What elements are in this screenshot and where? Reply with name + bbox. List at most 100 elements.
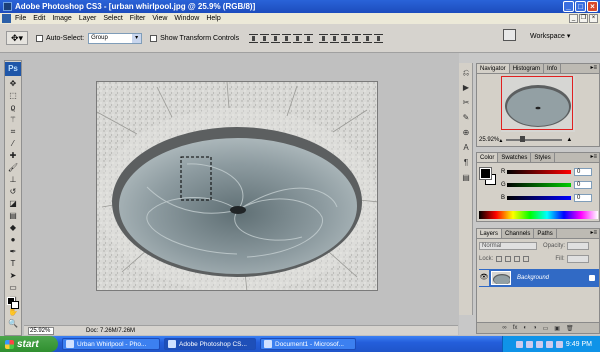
volume-icon[interactable]	[545, 340, 553, 348]
lasso-tool-icon[interactable]: ϱ	[6, 102, 20, 113]
magic-wand-tool-icon[interactable]: ⚚	[6, 114, 20, 125]
brushes-icon[interactable]: ✎	[461, 113, 471, 123]
tab-color[interactable]: Color	[477, 153, 499, 162]
navigator-thumbnail[interactable]	[501, 76, 575, 132]
distribute-right-icon[interactable]	[374, 33, 384, 43]
distribute-left-icon[interactable]	[352, 33, 362, 43]
dodge-tool-icon[interactable]: ●	[6, 234, 20, 245]
taskbar-item-photoshop[interactable]: Adobe Photoshop CS...	[164, 338, 256, 350]
doc-minimize-button[interactable]: _	[569, 14, 578, 23]
type-tool-icon[interactable]: T	[6, 258, 20, 269]
blue-slider[interactable]	[507, 195, 571, 200]
bridge-icon[interactable]	[503, 29, 516, 41]
panel-menu-icon[interactable]: ▸≡	[590, 153, 599, 162]
eraser-tool-icon[interactable]: ◪	[6, 198, 20, 209]
menu-help[interactable]: Help	[206, 15, 220, 22]
taskbar-item-word[interactable]: Document1 - Microsof...	[260, 338, 356, 350]
distribute-hcenter-icon[interactable]	[363, 33, 373, 43]
minimize-button[interactable]: _	[563, 1, 574, 12]
menu-filter[interactable]: Filter	[130, 15, 146, 22]
tab-paths[interactable]: Paths	[534, 229, 557, 238]
align-top-icon[interactable]	[249, 33, 259, 43]
tab-info[interactable]: Info	[544, 64, 562, 73]
eyedropper-tool-icon[interactable]: ⁄	[6, 138, 20, 149]
tool-presets-icon[interactable]: ✂	[461, 98, 471, 108]
blend-mode-dropdown[interactable]: Normal	[479, 242, 537, 250]
auto-select-checkbox[interactable]	[36, 34, 43, 42]
lock-pixels-icon[interactable]	[505, 256, 512, 262]
crop-tool-icon[interactable]: ⌗	[6, 126, 20, 137]
menu-select[interactable]: Select	[103, 15, 122, 22]
taskbar-item-firefox[interactable]: Urban Whirlpool - Pho...	[62, 338, 160, 350]
trash-icon[interactable]: 🗑	[566, 325, 574, 332]
marquee-tool-icon[interactable]: ⬚	[6, 90, 20, 101]
opacity-field[interactable]	[567, 242, 590, 250]
healing-brush-tool-icon[interactable]: ✚	[6, 150, 20, 161]
ps-logo[interactable]: Ps	[5, 62, 21, 76]
tab-navigator[interactable]: Navigator	[477, 64, 510, 73]
menu-edit[interactable]: Edit	[33, 15, 45, 22]
layer-style-icon[interactable]: fx	[513, 325, 518, 331]
fill-field[interactable]	[566, 255, 589, 263]
foreground-color-chip[interactable]	[479, 167, 492, 180]
tab-styles[interactable]: Styles	[531, 153, 555, 162]
history-brush-tool-icon[interactable]: ↺	[6, 186, 20, 197]
blur-tool-icon[interactable]: ◆	[6, 222, 20, 233]
tray-icon[interactable]	[535, 340, 543, 348]
move-tool-preset-button[interactable]: ✥▾	[6, 31, 28, 45]
menu-image[interactable]: Image	[52, 15, 71, 22]
pen-tool-icon[interactable]: ✒	[6, 246, 20, 257]
menu-window[interactable]: Window	[174, 15, 199, 22]
new-group-icon[interactable]: ▭	[543, 325, 549, 332]
clone-stamp-tool-icon[interactable]: ⊥	[6, 174, 20, 185]
navigator-view-box[interactable]	[501, 76, 573, 130]
align-right-icon[interactable]	[304, 33, 314, 43]
zoom-tool-icon[interactable]: 🔍	[6, 318, 20, 329]
workspace-menu[interactable]: Workspace ▾	[530, 32, 570, 40]
lock-transparent-icon[interactable]	[496, 256, 503, 262]
tab-swatches[interactable]: Swatches	[498, 153, 532, 162]
paragraph-icon[interactable]: ¶	[461, 158, 471, 168]
layer-mask-icon[interactable]: ◐	[523, 325, 527, 331]
red-slider[interactable]	[507, 169, 571, 174]
background-color-swatch[interactable]	[11, 301, 19, 309]
align-vcenter-icon[interactable]	[260, 33, 270, 43]
panel-menu-icon[interactable]: ▸≡	[590, 64, 599, 73]
new-layer-icon[interactable]: ▣	[554, 325, 560, 332]
green-value-field[interactable]: 0	[574, 180, 592, 189]
history-icon[interactable]: ⎌	[461, 68, 471, 78]
brush-tool-icon[interactable]: 🖌	[6, 162, 20, 173]
lock-position-icon[interactable]	[514, 256, 521, 262]
show-transform-checkbox[interactable]	[150, 34, 158, 42]
link-layers-icon[interactable]: ∞	[502, 325, 506, 331]
distribute-bottom-icon[interactable]	[341, 33, 351, 43]
auto-select-dropdown[interactable]: Group ▾	[88, 32, 143, 44]
path-selection-tool-icon[interactable]: ➤	[6, 270, 20, 281]
zoom-slider[interactable]	[506, 136, 563, 142]
align-hcenter-icon[interactable]	[293, 33, 303, 43]
actions-icon[interactable]: ▶	[461, 83, 471, 93]
layer-comps-icon[interactable]: ▤	[461, 173, 471, 183]
red-value-field[interactable]: 0	[574, 167, 592, 176]
doc-restore-button[interactable]: ❐	[579, 14, 588, 23]
tab-channels[interactable]: Channels	[502, 229, 535, 238]
character-icon[interactable]: A	[461, 143, 471, 153]
maximize-button[interactable]: □	[575, 1, 586, 12]
shape-tool-icon[interactable]: ▭	[6, 282, 20, 293]
tray-icon[interactable]	[515, 340, 523, 348]
gradient-tool-icon[interactable]: ▤	[6, 210, 20, 221]
blue-value-field[interactable]: 0	[574, 193, 592, 202]
document-icon[interactable]	[2, 14, 11, 23]
network-icon[interactable]	[555, 340, 563, 348]
tray-icon[interactable]	[525, 340, 533, 348]
close-button[interactable]: ×	[587, 1, 598, 12]
start-button[interactable]: start	[0, 336, 58, 352]
menu-layer[interactable]: Layer	[79, 15, 97, 22]
document-canvas[interactable]	[96, 81, 378, 291]
zoom-slider-handle[interactable]	[520, 136, 526, 142]
navigator-zoom-value[interactable]: 25.92%	[479, 137, 499, 143]
layer-row-background[interactable]: 👁 Background	[479, 269, 599, 287]
menu-view[interactable]: View	[152, 15, 167, 22]
clock[interactable]: 9:49 PM	[566, 341, 592, 348]
distribute-vcenter-icon[interactable]	[330, 33, 340, 43]
